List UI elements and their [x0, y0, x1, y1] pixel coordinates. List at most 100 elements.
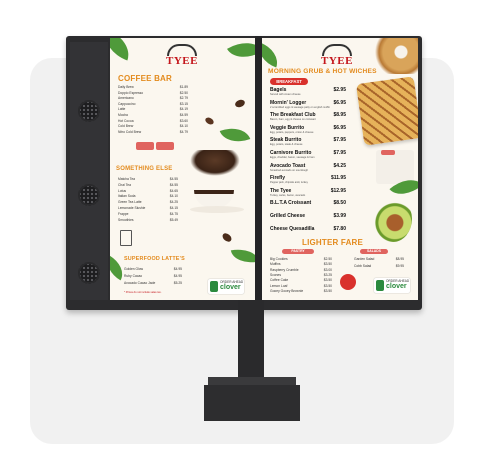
menu-item: Raspberry Crumble $3.00 [270, 268, 332, 272]
screen-divider [255, 36, 262, 310]
menu-item-name: Matcha Tea [118, 177, 135, 181]
promo-badge [136, 142, 154, 150]
menu-item-price: $4.15 [169, 206, 178, 210]
menu-item-price: $3.15 [179, 101, 188, 106]
menu-item-price: $8.95 [395, 257, 404, 261]
speaker-grille-icon [78, 100, 100, 122]
menu-item-name: Smoothies [118, 217, 134, 222]
left-menu-screen: TYEE COFFEE BAR Daily Brew $1.89 Doppio Es… [110, 38, 255, 300]
menu-item-name: Hot Cocoa [118, 118, 134, 123]
menu-item-price: $3.50 [323, 262, 332, 267]
menu-item-price: $3.60 [179, 118, 188, 123]
menu-item-description: Egg, potato, peppers, onion & cheese [270, 130, 314, 134]
menu-item-name: Latte [118, 107, 126, 112]
coffee-bean-icon [204, 116, 215, 126]
menu-item: Frappe $4.75 [118, 212, 178, 216]
menu-item: Daily Brew $1.89 [118, 85, 188, 89]
menu-item: Chai Tea $4.55 [118, 183, 178, 187]
menu-item: Grilled Cheese $3.99 [270, 214, 346, 219]
promo-badge [340, 274, 356, 290]
coffee-saucer-image [190, 206, 244, 213]
menu-item-price: $6.95 [333, 124, 346, 131]
menu-item-price: $4.19 [179, 107, 188, 112]
menu-item-name: Frappe [118, 211, 129, 216]
menu-item: Muffins $3.50 [270, 262, 332, 266]
menu-item: Hot Cocoa $3.60 [118, 119, 188, 123]
menu-item-price: $6.95 [333, 99, 346, 106]
menu-item-price: $5.25 [173, 281, 182, 285]
menu-item: Big Cookies $2.50 [270, 257, 332, 261]
menu-item-price: $4.25 [169, 200, 178, 205]
menu-item-name: Cheese Quesadilla [270, 225, 315, 232]
menu-item-name: Lemonade Slushie [118, 206, 146, 210]
menu-item-name: Grilled Cheese [270, 213, 306, 219]
menu-item-price: $4.10 [169, 194, 178, 199]
bagel-image [374, 38, 418, 74]
menu-item-description: Bacon, ham, egg & cheese on croissant [270, 118, 316, 122]
promo-badge [156, 142, 174, 150]
clover-brand-text: clover [386, 283, 407, 290]
breakfast-pill: BREAKFAST [270, 78, 308, 85]
menu-item: Lemon Loaf $3.50 [270, 284, 332, 288]
menu-item-price: $4.65 [169, 188, 178, 193]
salads-pill: SALADS [360, 249, 388, 254]
price-card-badge [381, 150, 395, 155]
menu-item-description: Pepper jack, chipotle aioli, turkey [270, 181, 308, 185]
menu-item: Smoothies $5.49 [118, 218, 178, 222]
menu-item-name: Chai Tea [118, 182, 131, 187]
leaf-decoration [230, 245, 255, 267]
menu-item: Americano $2.79 [118, 96, 188, 100]
menu-item: Garden Salad $8.95 [354, 257, 404, 261]
brand-logo: TYEE [165, 44, 199, 70]
menu-item: Nitro Cold Brew $4.79 [118, 130, 188, 134]
menu-item-price: $8.95 [333, 112, 346, 119]
menu-item: Golden Glow $4.95 [124, 267, 182, 271]
menu-item-price: $3.50 [323, 283, 332, 288]
menu-item-name: Americano [118, 96, 134, 101]
menu-item: Cobb Salad $9.95 [354, 264, 404, 268]
menu-item: Lemonade Slushie $4.15 [118, 206, 178, 210]
menu-item-price: $2.50 [323, 257, 332, 261]
menu-item-name: Daily Brew [118, 85, 134, 89]
menu-item-price: $4.55 [169, 177, 178, 181]
clover-brand-text: clover [220, 284, 241, 291]
tax-note: * Prices do not include sales tax. [124, 291, 162, 294]
menu-item: Cold Brew $4.10 [118, 124, 188, 128]
menu-item-description: Served with cream cheese [270, 93, 301, 96]
menu-item-name: Cobb Salad [354, 264, 372, 268]
menu-item: Ruby Cacao $4.95 [124, 274, 182, 278]
menu-item: Latte $4.19 [118, 107, 188, 111]
menu-item-price: $4.95 [173, 267, 182, 271]
morning-grub-title: MORNING GRUB & HOT WICHES [268, 68, 377, 75]
clover-order-badge: ORDER AHEAD clover [208, 279, 244, 294]
menu-item-price: $9.95 [395, 264, 404, 268]
menu-item-name: Nitro Cold Brew [118, 129, 142, 134]
menu-item: Matcha Tea $4.55 [118, 177, 178, 181]
menu-item-name: Lotus [118, 188, 127, 193]
speaker-grille-icon [78, 184, 100, 206]
menu-item: Doppio Espresso $2.50 [118, 91, 188, 95]
lighter-fare-title: LIGHTER FARE [302, 238, 364, 247]
coffee-bar-title: COFFEE BAR [118, 74, 172, 83]
superfood-title: SUPERFOOD LATTE'S [124, 256, 185, 262]
menu-item-price: $4.25 [333, 162, 346, 169]
brand-name: TYEE [321, 55, 353, 67]
leaf-decoration [262, 42, 283, 68]
menu-item: Avocado Cacao Jade $5.25 [124, 281, 182, 285]
menu-item-name: Big Cookies [270, 257, 288, 261]
brand-name: TYEE [166, 55, 198, 67]
menu-item-price: $3.50 [323, 288, 332, 293]
menu-item: Gooey Gooey Brownie $3.50 [270, 289, 332, 293]
something-else-title: SOMETHING ELSE [116, 166, 173, 172]
menu-item-price: $7.95 [333, 150, 346, 156]
menu-item-name: Cappuccino [118, 101, 136, 106]
menu-item-price: $3.25 [323, 272, 332, 277]
menu-item-price: $2.79 [179, 96, 188, 101]
speaker-grille-icon [78, 262, 100, 284]
menu-item-price: $4.75 [169, 211, 178, 216]
kiosk-base-top [208, 377, 296, 385]
leaf-decoration [219, 122, 251, 148]
clover-logo-icon [376, 280, 384, 291]
leaf-decoration [227, 38, 255, 67]
menu-item-price: $4.10 [179, 124, 188, 129]
